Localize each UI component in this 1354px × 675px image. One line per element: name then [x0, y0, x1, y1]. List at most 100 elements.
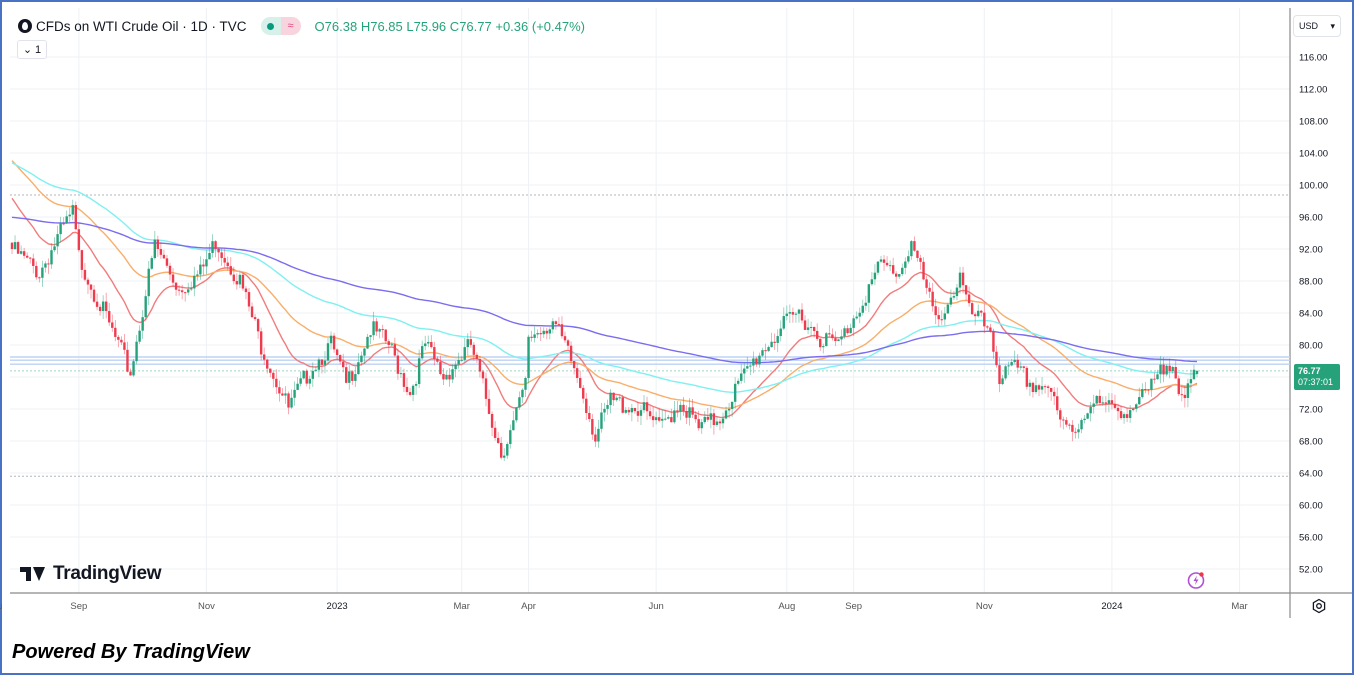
settings-icon[interactable]	[1311, 598, 1327, 614]
candle-up	[867, 284, 871, 303]
candle-up	[1165, 365, 1168, 375]
symbol-title[interactable]: CFDs on WTI Crude Oil · 1D · TVC	[36, 19, 247, 34]
last-price: 76.77	[1298, 366, 1321, 376]
candle-up	[688, 407, 691, 418]
candle-up	[809, 326, 813, 328]
candle-up	[65, 216, 68, 224]
candle-down	[645, 402, 649, 412]
candle-down	[831, 334, 834, 339]
candle-down	[159, 249, 163, 255]
price-chart[interactable]: 116.00 112.00 108.00 104.00 100.00 96.00 92.00…	[0, 0, 1354, 675]
candle-down	[694, 414, 697, 420]
candle-down	[621, 397, 624, 413]
candle-down	[168, 265, 172, 275]
candle-down	[472, 344, 476, 355]
candle-up	[348, 371, 351, 383]
candle-down	[937, 315, 940, 320]
market-status-pill[interactable]: ≈	[260, 17, 301, 35]
candle-up	[1095, 395, 1098, 404]
candle-up	[357, 362, 360, 375]
candle-down	[676, 410, 679, 412]
high-label: H	[360, 18, 371, 34]
candle-up	[193, 275, 196, 289]
candle-down	[120, 339, 123, 343]
candle-up	[910, 241, 913, 257]
time-axis-label: Sep	[70, 601, 87, 612]
price-axis-label: 84.00	[1299, 309, 1323, 320]
candle-down	[442, 374, 445, 380]
candle-up	[153, 239, 157, 259]
candle-up	[50, 250, 53, 265]
moving-average-line	[11, 197, 1198, 419]
tradingview-logo[interactable]: TradingView	[20, 563, 162, 585]
candle-down	[563, 336, 567, 341]
open-value: 76.38	[324, 18, 358, 34]
candle-down	[1098, 395, 1101, 403]
candle-down	[1062, 419, 1065, 421]
candle-up	[451, 369, 454, 380]
candle-down	[1074, 431, 1077, 433]
candle-up	[615, 397, 618, 401]
candle-down	[117, 336, 120, 340]
currency-select[interactable]: USD ▾	[1293, 15, 1341, 37]
candle-up	[806, 327, 810, 330]
candle-down	[636, 411, 640, 416]
candle-up	[326, 343, 330, 361]
candle-down	[338, 355, 342, 362]
candle-up	[949, 297, 953, 305]
candle-down	[320, 359, 324, 365]
candle-down	[1059, 410, 1062, 420]
candle-down	[229, 266, 232, 275]
candle-down	[405, 386, 409, 393]
lightning-icon[interactable]	[1187, 571, 1205, 589]
candle-down	[916, 250, 919, 258]
price-axis-label: 92.00	[1299, 245, 1323, 256]
candle-up	[825, 333, 828, 347]
candle-down	[1180, 394, 1184, 396]
candle-up	[463, 347, 466, 360]
candle-down	[16, 242, 20, 254]
candle-up	[68, 214, 71, 217]
price-axis-label: 60.00	[1299, 501, 1323, 512]
candle-up	[323, 360, 327, 365]
candle-down	[408, 392, 412, 395]
candle-down	[1065, 420, 1068, 425]
candle-down	[983, 312, 986, 327]
candle-down	[986, 326, 989, 328]
candle-up	[639, 410, 643, 416]
candle-down	[1046, 386, 1050, 388]
candle-down	[1125, 414, 1129, 418]
candle-up	[314, 369, 318, 371]
market-open-icon	[260, 17, 281, 35]
time-axis-label: Nov	[976, 601, 993, 612]
candle-down	[1147, 389, 1150, 391]
candle-down	[913, 241, 916, 251]
candle-down	[305, 370, 308, 384]
candle-down	[478, 358, 482, 372]
candle-down	[922, 261, 925, 280]
candle-up	[709, 413, 713, 420]
indicators-toggle-button[interactable]: ⌄ 1	[17, 40, 47, 59]
candle-up	[1028, 382, 1032, 387]
candle-up	[56, 234, 59, 247]
candle-down	[244, 288, 248, 293]
candle-down	[545, 330, 548, 334]
candle-down	[259, 331, 263, 355]
candle-up	[19, 251, 23, 254]
candle-down	[256, 319, 260, 332]
candle-down	[919, 257, 922, 262]
candle-up	[852, 318, 855, 328]
candle-down	[123, 342, 126, 350]
candle-down	[74, 205, 78, 230]
candle-up	[506, 444, 509, 456]
candle-down	[928, 287, 931, 292]
candle-up	[144, 296, 147, 318]
candle-down	[223, 257, 226, 263]
candle-down	[992, 331, 995, 352]
candle-down	[80, 250, 84, 270]
candle-down	[828, 333, 831, 335]
candle-up	[879, 259, 883, 262]
candle-up	[898, 274, 901, 277]
candle-down	[891, 265, 895, 274]
price-axis-label: 64.00	[1299, 469, 1323, 480]
